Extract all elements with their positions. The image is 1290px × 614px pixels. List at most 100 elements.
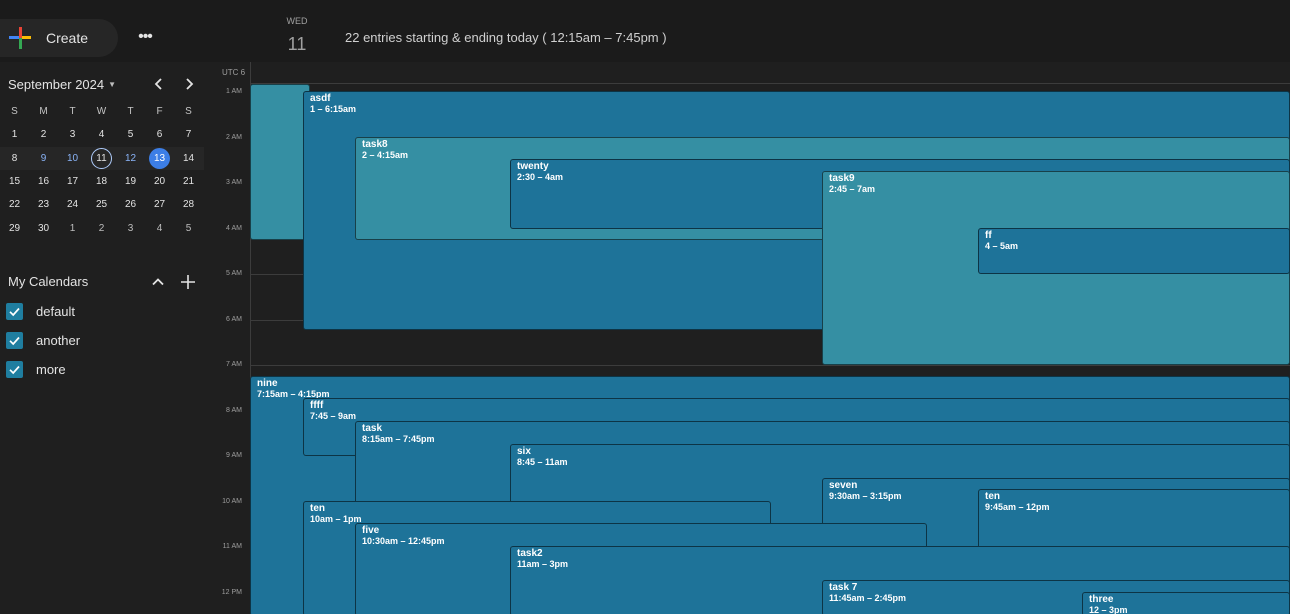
create-label: Create <box>46 30 89 46</box>
date-cell-selected[interactable]: 13 <box>145 147 174 170</box>
event-block[interactable]: three 12 – 3pm <box>1082 592 1290 614</box>
more-icon: ••• <box>138 28 153 45</box>
date-cell[interactable]: 3 <box>116 217 145 240</box>
event-title: ten <box>310 503 325 514</box>
weekday-label: T <box>127 106 134 118</box>
date-cell[interactable]: 15 <box>0 170 29 193</box>
day-of-week: WED <box>286 16 308 26</box>
prev-month-button[interactable] <box>149 75 169 93</box>
check-icon <box>9 365 20 374</box>
week-row: 15 16 17 18 19 20 21 <box>0 170 204 193</box>
hour-label: 11 AM <box>222 543 242 550</box>
date-cell[interactable]: 2 <box>29 123 58 146</box>
event-time: 2:45 – 7am <box>829 184 876 194</box>
day-number[interactable]: 11 <box>282 34 312 55</box>
weekday-label: T <box>69 106 76 118</box>
date-cell[interactable]: 1 <box>58 217 87 240</box>
event-title: task9 <box>829 173 855 184</box>
date-cell[interactable]: 27 <box>145 193 174 216</box>
collapse-calendars-button[interactable] <box>148 272 168 292</box>
date-cell[interactable]: 14 <box>174 147 203 170</box>
date-cell[interactable]: 17 <box>58 170 87 193</box>
date-cell[interactable]: 7 <box>174 123 203 146</box>
event-title: six <box>517 446 531 457</box>
month-label: September 2024 <box>8 77 105 92</box>
weekday-header: S M T W T F S <box>0 100 204 123</box>
caret-down-icon: ▼ <box>108 80 117 89</box>
date-cell[interactable]: 29 <box>0 217 29 240</box>
date-cell[interactable]: 19 <box>116 170 145 193</box>
add-calendar-button[interactable] <box>178 272 198 292</box>
date-cell[interactable]: 5 <box>174 217 203 240</box>
date-cell[interactable]: 8 <box>0 147 29 170</box>
checkbox[interactable] <box>6 360 23 378</box>
date-cell[interactable]: 24 <box>58 193 87 216</box>
check-icon <box>9 307 20 316</box>
date-cell[interactable]: 23 <box>29 193 58 216</box>
date-cell[interactable]: 30 <box>29 217 58 240</box>
event-title: ffff <box>310 400 324 411</box>
calendar-label: more <box>36 361 66 377</box>
hour-label: 7 AM <box>226 361 242 368</box>
my-calendars-heading: My Calendars <box>8 274 89 289</box>
weekday-label: M <box>39 106 48 118</box>
date-cell[interactable]: 9 <box>29 147 58 170</box>
hour-label: 8 AM <box>226 407 242 414</box>
weekday-label: F <box>156 106 163 118</box>
checkbox[interactable] <box>6 331 23 349</box>
weekday-label: W <box>96 106 107 118</box>
date-cell[interactable]: 18 <box>87 170 116 193</box>
mini-calendar: S M T W T F S 1 2 3 4 5 6 7 8 9 10 11 12… <box>0 100 204 240</box>
plus-icon <box>181 275 195 289</box>
event-title: task2 <box>517 548 543 559</box>
date-cell[interactable]: 10 <box>58 147 87 170</box>
date-cell[interactable]: 26 <box>116 193 145 216</box>
event-title: ten <box>985 491 1000 502</box>
plus-icon <box>9 27 31 49</box>
create-button[interactable]: Create <box>0 19 118 57</box>
calendar-item-another[interactable]: another <box>6 330 80 350</box>
date-cell[interactable]: 5 <box>116 123 145 146</box>
hour-label: 12 PM <box>221 589 242 596</box>
date-cell[interactable]: 21 <box>174 170 203 193</box>
date-cell[interactable]: 3 <box>58 123 87 146</box>
week-row: 1 2 3 4 5 6 7 <box>0 123 204 146</box>
event-block[interactable] <box>250 84 310 240</box>
calendar-item-default[interactable]: default <box>6 301 75 321</box>
date-cell[interactable]: 2 <box>87 217 116 240</box>
date-cell[interactable]: 22 <box>0 193 29 216</box>
hour-label: 9 AM <box>226 452 242 459</box>
date-cell[interactable]: 28 <box>174 193 203 216</box>
hour-label: 3 AM <box>226 179 242 186</box>
checkbox[interactable] <box>6 302 23 320</box>
hour-line <box>250 83 1290 84</box>
date-cell-today[interactable]: 11 <box>87 147 116 170</box>
date-cell[interactable]: 16 <box>29 170 58 193</box>
date-cell[interactable]: 4 <box>145 217 174 240</box>
hour-label: 4 AM <box>226 225 242 232</box>
hour-label: 1 AM <box>226 88 242 95</box>
calendar-item-more[interactable]: more <box>6 359 66 379</box>
more-options-button[interactable]: ••• <box>130 24 160 50</box>
date-cell[interactable]: 1 <box>0 123 29 146</box>
next-month-button[interactable] <box>179 75 199 93</box>
date-cell[interactable]: 25 <box>87 193 116 216</box>
date-cell[interactable]: 4 <box>87 123 116 146</box>
date-cell[interactable]: 20 <box>145 170 174 193</box>
date-cell[interactable]: 12 <box>116 147 145 170</box>
entries-summary: 22 entries starting & ending today ( 12:… <box>345 30 667 45</box>
event-time: 9:45am – 12pm <box>985 502 1050 512</box>
chevron-up-icon <box>152 278 164 286</box>
week-row: 22 23 24 25 26 27 28 <box>0 193 204 216</box>
event-block[interactable]: ff 4 – 5am <box>978 228 1290 274</box>
month-selector[interactable]: September 2024 ▼ <box>8 77 116 92</box>
check-icon <box>9 336 20 345</box>
hour-label: 6 AM <box>226 316 242 323</box>
event-title: asdf <box>310 93 331 104</box>
chevron-left-icon <box>154 78 162 90</box>
date-cell[interactable]: 6 <box>145 123 174 146</box>
calendar-label: another <box>36 332 81 348</box>
calendar-label: default <box>36 303 76 319</box>
timezone-label: UTC 6 <box>222 68 246 77</box>
hour-label: 2 AM <box>226 134 242 141</box>
